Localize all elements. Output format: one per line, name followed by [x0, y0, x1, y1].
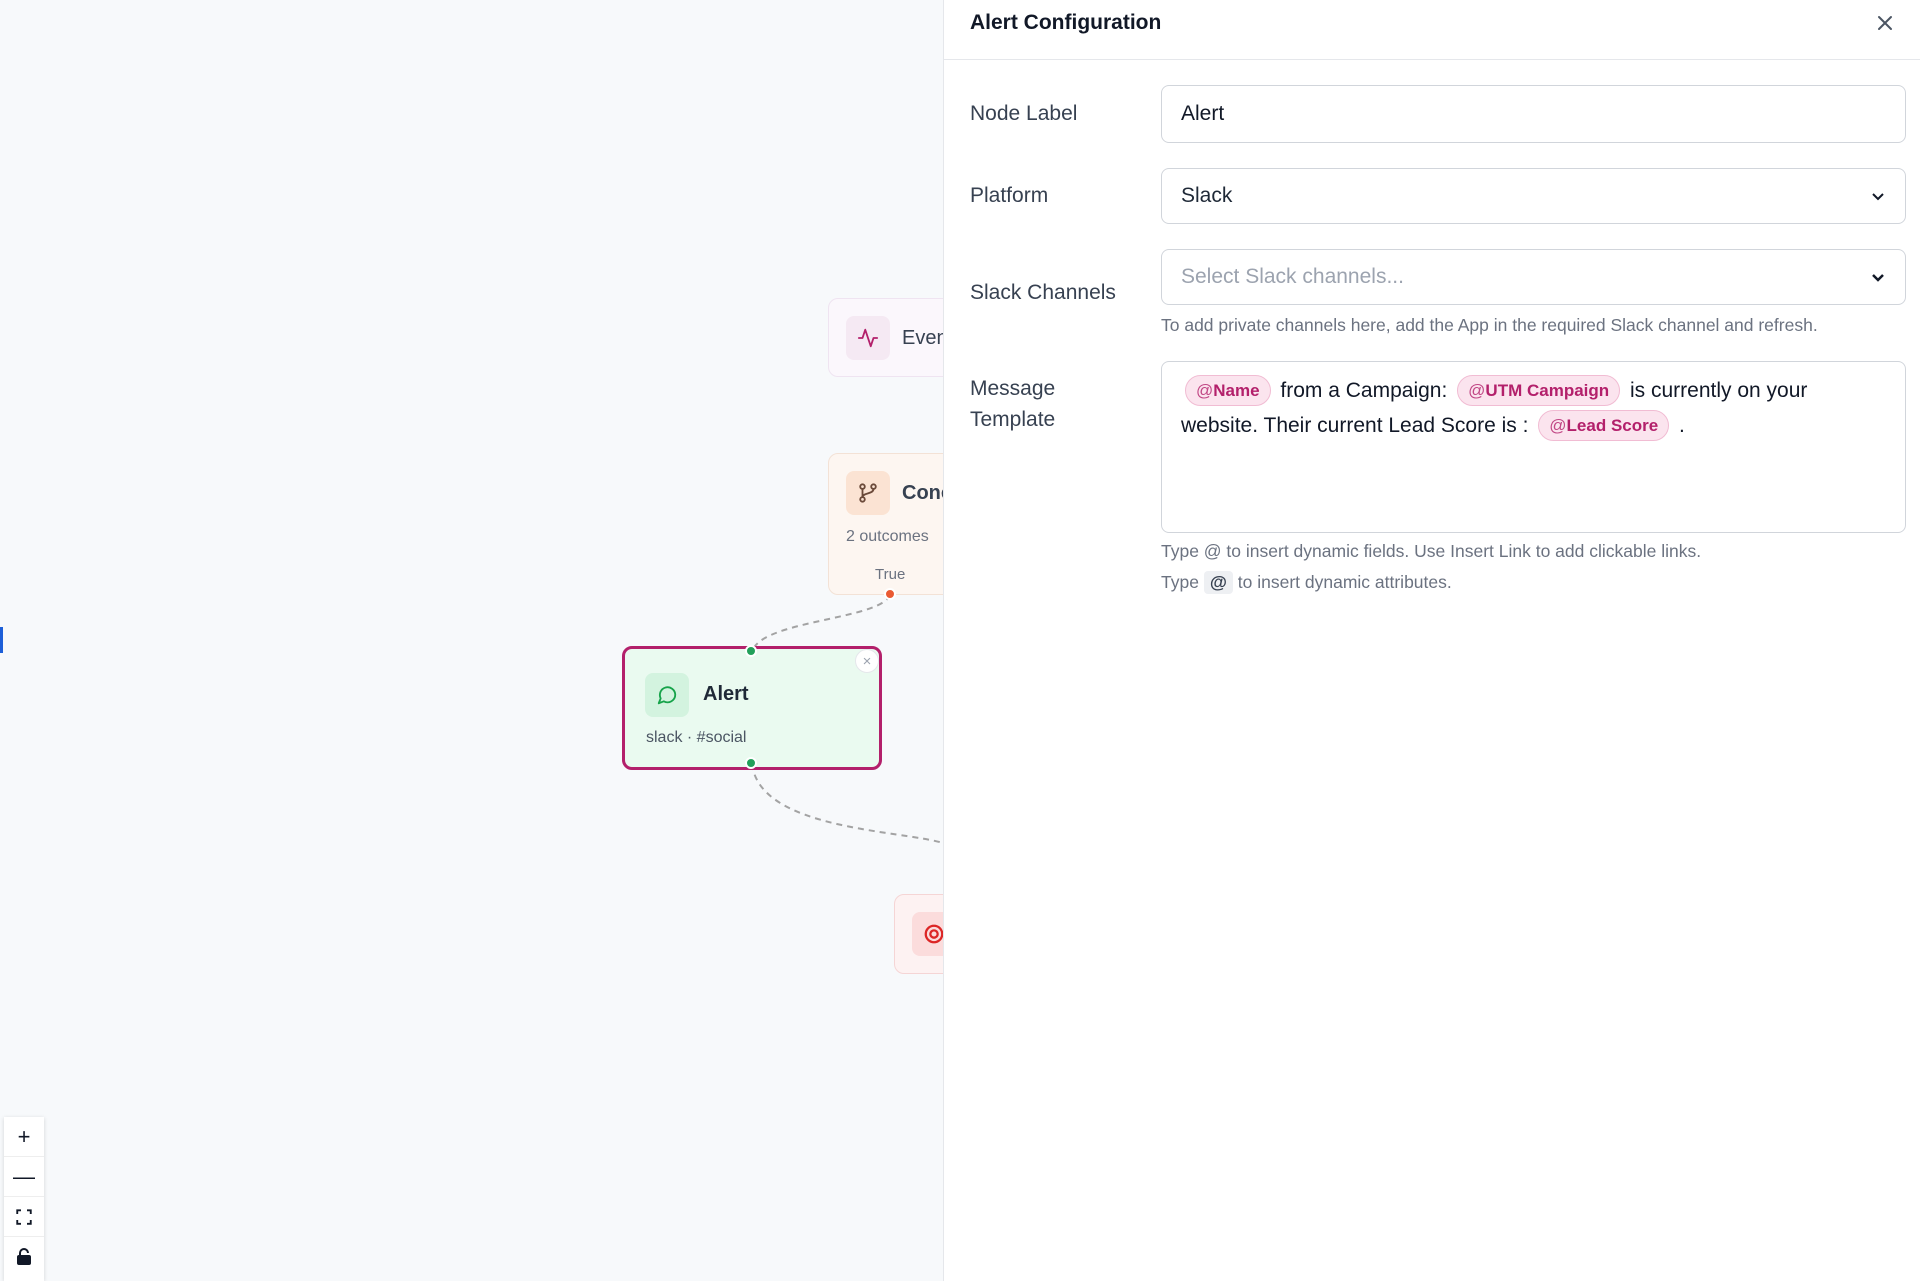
- message-template-help-2: Type @ to insert dynamic attributes.: [1161, 571, 1452, 594]
- chip-label: Name: [1213, 381, 1260, 400]
- message-template-editor[interactable]: @Name from a Campaign: @UTM Campaign is …: [1161, 361, 1906, 533]
- chip-at-symbol: @: [1468, 381, 1486, 400]
- condition-outcomes: 2 outcomes: [846, 528, 929, 545]
- target-icon: [912, 912, 943, 956]
- edge-condition-to-alert: [751, 594, 891, 653]
- slack-channels-help: To add private channels here, add the Ap…: [1161, 315, 1818, 335]
- dynamic-field-chip-utm-campaign[interactable]: @UTM Campaign: [1457, 375, 1621, 406]
- chevron-down-icon: [1872, 274, 1884, 282]
- git-branch-icon: [846, 471, 890, 515]
- panel-title: Alert Configuration: [970, 11, 1162, 34]
- help-2-suffix: to insert dynamic attributes.: [1232, 572, 1452, 592]
- platform-label: Platform: [970, 184, 1049, 207]
- alert-input-handle[interactable]: [745, 645, 757, 657]
- help-2-prefix: Type: [1161, 572, 1204, 592]
- platform-select-value: Slack: [1181, 184, 1233, 207]
- alert-node[interactable]: Alert slack · #social ×: [622, 646, 882, 770]
- close-icon: [1878, 16, 1892, 30]
- panel-header: Alert Configuration: [944, 0, 1920, 60]
- edge-alert-to-target: [751, 763, 943, 844]
- node-label-input[interactable]: Alert: [1161, 85, 1906, 143]
- lock-button[interactable]: [4, 1237, 44, 1277]
- lock-icon: [17, 1248, 31, 1265]
- message-template-label: Message Template: [970, 373, 1055, 435]
- condition-node[interactable]: Conc 2 outcomes True: [828, 453, 943, 595]
- close-panel-button[interactable]: [1870, 8, 1900, 38]
- workflow-canvas[interactable]: Even Conc 2 outcomes True Alert slack · …: [0, 0, 943, 1281]
- condition-true-handle[interactable]: [884, 588, 896, 600]
- zoom-in-button[interactable]: +: [4, 1117, 44, 1157]
- chip-label: UTM Campaign: [1485, 381, 1610, 400]
- dynamic-field-chip-lead-score[interactable]: @Lead Score: [1538, 410, 1670, 441]
- slack-channels-label: Slack Channels: [970, 281, 1116, 304]
- platform-select[interactable]: Slack: [1161, 168, 1906, 224]
- slack-channels-select[interactable]: Select Slack channels...: [1161, 249, 1906, 305]
- branch-true-label: True: [875, 566, 906, 583]
- message-template-label-line2: Template: [970, 408, 1056, 431]
- alert-configuration-panel: Alert Configuration Node Label Alert Pla…: [943, 0, 1920, 1281]
- alert-node-subtitle: slack · #social: [646, 729, 747, 746]
- canvas-controls: + —: [4, 1117, 44, 1281]
- fit-view-icon: [16, 1208, 32, 1225]
- event-node[interactable]: Even: [828, 298, 943, 377]
- chevron-down-icon: [1872, 193, 1884, 201]
- dynamic-field-chip-name[interactable]: @Name: [1185, 375, 1271, 406]
- activity-icon: [846, 316, 890, 360]
- chip-label: Lead Score: [1566, 416, 1659, 435]
- chip-at-symbol: @: [1196, 381, 1214, 400]
- slack-channels-placeholder: Select Slack channels...: [1181, 265, 1404, 288]
- resize-marker-left: [0, 627, 3, 653]
- edges-layer: [751, 594, 943, 844]
- template-text-1: from a Campaign:: [1274, 379, 1454, 402]
- message-template-help-1: Type @ to insert dynamic fields. Use Ins…: [1161, 541, 1702, 561]
- chip-at-symbol: @: [1549, 416, 1567, 435]
- delete-node-button[interactable]: ×: [855, 649, 879, 673]
- fit-view-button[interactable]: [4, 1197, 44, 1237]
- goal-node[interactable]: [894, 894, 943, 974]
- message-circle-icon: [645, 673, 689, 717]
- zoom-out-button[interactable]: —: [4, 1157, 44, 1197]
- condition-node-title: Conc: [902, 482, 943, 504]
- message-template-label-line1: Message: [970, 377, 1056, 400]
- alert-node-title: Alert: [703, 683, 749, 705]
- node-label-label: Node Label: [970, 102, 1078, 125]
- template-text-3: .: [1673, 414, 1685, 437]
- alert-output-handle[interactable]: [745, 757, 757, 769]
- at-badge: @: [1203, 571, 1233, 594]
- event-node-title: Even: [902, 327, 943, 349]
